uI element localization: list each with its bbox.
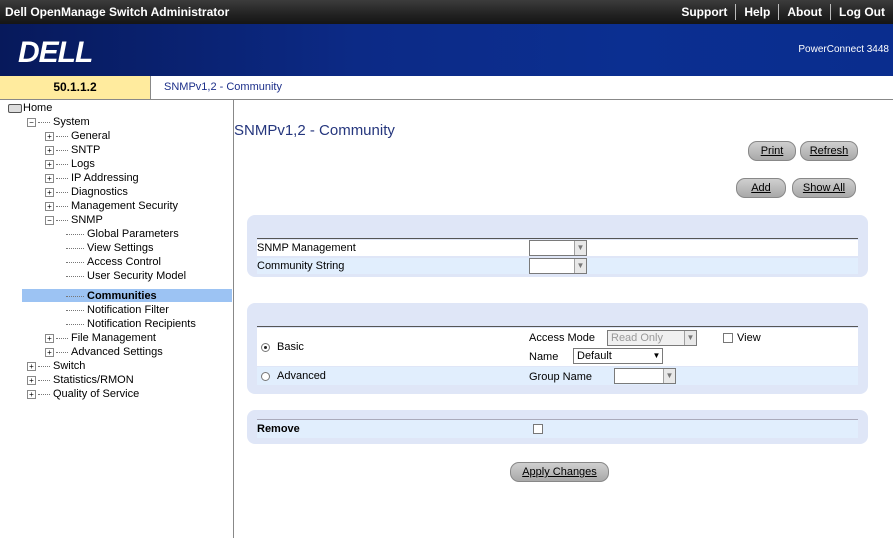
address-row: 50.1.1.2 SNMPv1,2 - Community <box>0 76 893 100</box>
snmp-management-label: SNMP Management <box>257 242 356 254</box>
group-name-select[interactable]: ▼ <box>614 368 676 384</box>
expand-icon[interactable]: + <box>27 361 36 371</box>
snmp-management-select[interactable]: ▼ <box>529 240 587 256</box>
expand-icon[interactable]: + <box>45 159 54 169</box>
expand-icon[interactable]: + <box>45 347 54 357</box>
tree-item-statistics-rmon[interactable]: + Statistics/RMON <box>27 373 134 387</box>
expand-icon[interactable]: + <box>45 201 54 211</box>
collapse-icon[interactable]: − <box>45 215 54 225</box>
remove-panel: Remove <box>247 410 868 444</box>
basic-row: Basic Access Mode Read Only ▼ View Name D… <box>257 328 858 366</box>
remove-label: Remove <box>257 423 300 435</box>
expand-icon[interactable]: + <box>45 145 54 155</box>
remove-row: Remove <box>257 419 858 438</box>
chevron-down-icon: ▼ <box>574 259 586 273</box>
logout-link[interactable]: Log Out <box>830 4 893 20</box>
apply-changes-button[interactable]: Apply Changes <box>510 462 609 482</box>
device-ip: 50.1.1.2 <box>0 76 151 99</box>
folder-icon <box>8 103 22 113</box>
tree-item-ip-addressing[interactable]: + IP Addressing <box>45 171 139 185</box>
tree-item-communities[interactable]: Communities <box>66 289 157 303</box>
advanced-label: Advanced <box>277 370 326 382</box>
tree-item-user-security-model[interactable]: User Security Model <box>66 269 186 283</box>
tree-item-diagnostics[interactable]: + Diagnostics <box>45 185 128 199</box>
expand-icon[interactable]: + <box>45 333 54 343</box>
advanced-radio[interactable] <box>261 372 270 381</box>
tree-item-switch[interactable]: + Switch <box>27 359 85 373</box>
main-content: SNMPv1,2 - Community Print Refresh Add S… <box>234 100 893 538</box>
app-title: Dell OpenManage Switch Administrator <box>5 5 230 19</box>
expand-icon[interactable]: + <box>45 187 54 197</box>
name-select[interactable]: Default ▼ <box>573 348 663 364</box>
tree-item-access-control[interactable]: Access Control <box>66 255 161 269</box>
tree-item-advanced-settings[interactable]: + Advanced Settings <box>45 345 163 359</box>
tree-item-logs[interactable]: + Logs <box>45 157 95 171</box>
tree-item-notification-filter[interactable]: Notification Filter <box>66 303 169 317</box>
tree-item-snmp[interactable]: − SNMP <box>45 213 103 227</box>
group-name-label: Group Name <box>529 371 592 383</box>
chevron-down-icon: ▼ <box>574 241 586 255</box>
tree-item-general[interactable]: + General <box>45 129 110 143</box>
access-mode-select[interactable]: Read Only ▼ <box>607 330 697 346</box>
top-bar: Dell OpenManage Switch Administrator Sup… <box>0 0 893 24</box>
banner: DELL PowerConnect 3448 <box>0 24 893 76</box>
divider <box>257 326 858 327</box>
refresh-button[interactable]: Refresh <box>800 141 858 161</box>
top-links: Support Help About Log Out <box>673 4 893 20</box>
expand-icon[interactable]: + <box>45 173 54 183</box>
about-link[interactable]: About <box>778 4 830 20</box>
tree-item-management-security[interactable]: + Management Security <box>45 199 178 213</box>
expand-icon[interactable]: + <box>27 375 36 385</box>
basic-label: Basic <box>277 341 304 353</box>
model-name: PowerConnect 3448 <box>798 44 889 55</box>
access-panel: Basic Access Mode Read Only ▼ View Name D… <box>247 303 868 394</box>
view-checkbox[interactable] <box>723 333 733 343</box>
community-panel: SNMP Management ▼ Community String ▼ <box>247 215 868 277</box>
advanced-row: Advanced Group Name ▼ <box>257 367 858 385</box>
tree-item-sntp[interactable]: + SNTP <box>45 143 100 157</box>
print-button[interactable]: Print <box>748 141 796 161</box>
tree-item-home[interactable]: Home <box>8 101 52 115</box>
tree-item-notification-recipients[interactable]: Notification Recipients <box>66 317 196 331</box>
name-label: Name <box>529 351 559 363</box>
tree-item-system[interactable]: − System <box>27 115 90 129</box>
remove-checkbox[interactable] <box>533 424 543 434</box>
community-string-select[interactable]: ▼ <box>529 258 587 274</box>
breadcrumb: SNMPv1,2 - Community <box>164 81 282 93</box>
access-mode-label: Access Mode <box>529 332 596 344</box>
page-title: SNMPv1,2 - Community <box>234 122 395 139</box>
tree-item-quality-of-service[interactable]: + Quality of Service <box>27 387 139 401</box>
sidebar-tree: Home − System + General + SNTP + Logs + IP Ad… <box>0 100 234 538</box>
collapse-icon[interactable]: − <box>27 117 36 127</box>
tree-item-global-parameters[interactable]: Global Parameters <box>66 227 179 241</box>
add-button[interactable]: Add <box>736 178 786 198</box>
snmp-management-row: SNMP Management ▼ <box>257 240 858 256</box>
expand-icon[interactable]: + <box>27 389 36 399</box>
chevron-down-icon: ▼ <box>684 331 696 345</box>
tree-item-view-settings[interactable]: View Settings <box>66 241 153 255</box>
community-string-label: Community String <box>257 260 345 272</box>
view-label: View <box>737 332 761 344</box>
show-all-button[interactable]: Show All <box>792 178 856 198</box>
chevron-down-icon: ▼ <box>663 369 675 383</box>
basic-radio[interactable] <box>261 343 270 352</box>
community-string-row: Community String ▼ <box>257 258 858 274</box>
support-link[interactable]: Support <box>673 4 735 20</box>
tree-item-file-management[interactable]: + File Management <box>45 331 156 345</box>
divider <box>257 238 858 239</box>
expand-icon[interactable]: + <box>45 131 54 141</box>
help-link[interactable]: Help <box>735 4 778 20</box>
dell-logo: DELL <box>18 36 93 69</box>
chevron-down-icon: ▼ <box>651 349 662 363</box>
